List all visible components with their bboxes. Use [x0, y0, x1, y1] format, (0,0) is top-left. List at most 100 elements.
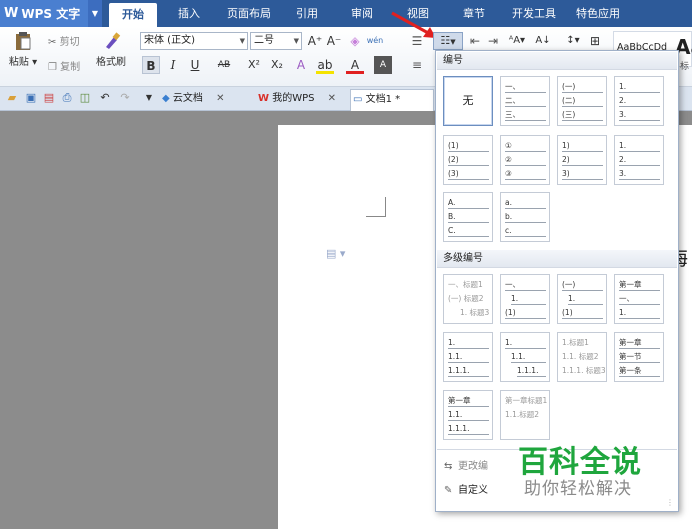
list-item: 三、 — [505, 110, 546, 121]
bold-button[interactable]: B — [142, 56, 160, 74]
line-spacing-icon[interactable]: ↕▾ — [560, 32, 586, 50]
font-name-select[interactable]: 宋体 (正文) ▼ — [140, 32, 248, 50]
resize-grip-icon[interactable]: ⋮ — [666, 498, 674, 507]
doc-tab-document1[interactable]: ▭ 文档1 * — [350, 89, 434, 111]
list-item: 1. — [448, 338, 489, 349]
tab-chapter[interactable]: 章节 — [454, 0, 494, 27]
underline-button[interactable]: U — [186, 56, 204, 74]
numbering-option-arabic-bracket[interactable]: 1) 2) 3) — [557, 135, 607, 185]
align-left-icon[interactable]: ≡ — [408, 56, 426, 74]
tab-insert[interactable]: 插入 — [169, 0, 209, 27]
font-color-icon[interactable]: A — [346, 56, 364, 74]
numbering-button[interactable]: ☷▼ — [433, 32, 463, 50]
numbering-option-arabic-dot[interactable]: 1. 2. 3. — [614, 135, 664, 185]
format-painter-button[interactable]: 格式刷 — [92, 31, 130, 68]
highlight-icon[interactable]: ab — [316, 56, 334, 74]
font-grow-button[interactable]: A⁺ — [306, 32, 324, 50]
none-label: 无 — [462, 94, 474, 107]
tab-review[interactable]: 审阅 — [342, 0, 382, 27]
tab-features[interactable]: 特色应用 — [570, 0, 626, 27]
superscript-button[interactable]: X² — [243, 56, 265, 74]
sort-icon[interactable]: A↓ — [534, 32, 552, 50]
tab-developer[interactable]: 开发工具 — [508, 0, 560, 27]
change-numbering-item[interactable]: ⇆ 更改编 — [444, 457, 488, 472]
tab-home[interactable]: 开始 — [109, 3, 157, 27]
multilevel-option-1[interactable]: 一、标题1 (一) 标题2 1. 标题3 — [443, 274, 493, 324]
numbering-option-chinese[interactable]: 一、 二、 三、 — [500, 76, 550, 126]
numbering-option-arabic-paren[interactable]: (1) (2) (3) — [443, 135, 493, 185]
close-icon[interactable]: ✕ — [328, 93, 336, 104]
print-icon[interactable]: ⎙ — [60, 91, 74, 105]
chevron-down-icon: ▼ — [293, 37, 299, 45]
multilevel-option-8[interactable]: 第一章 第一节 第一条 — [614, 332, 664, 382]
numbering-option-arabic[interactable]: 1. 2. 3. — [614, 76, 664, 126]
customize-chevron-icon[interactable]: ▼ — [142, 91, 156, 105]
multilevel-option-5[interactable]: 1. 1.1. 1.1.1. — [443, 332, 493, 382]
paste-options-icon[interactable]: ▤ ▾ — [326, 247, 345, 260]
list-item: 1) — [562, 141, 603, 152]
wps-logo-icon: W — [258, 93, 270, 104]
font-shrink-button[interactable]: A⁻ — [325, 32, 343, 50]
phonetic-button[interactable]: wén — [366, 32, 384, 50]
custom-numbering-item[interactable]: ✎ 自定义 — [444, 481, 488, 496]
numbered-list-icon: ☷ — [440, 34, 451, 47]
cut-button[interactable]: ✂ 剪切 — [48, 33, 80, 48]
multilevel-option-4[interactable]: 第一章 一、 1. — [614, 274, 664, 324]
numbering-option-none[interactable]: 无 — [443, 76, 493, 126]
list-item: 1.1.1. — [448, 424, 489, 435]
decrease-indent-icon[interactable]: ⇤ — [466, 32, 484, 50]
multilevel-option-7[interactable]: 1.标题1 1.1. 标题2 1.1.1. 标题3 — [557, 332, 607, 382]
change-numbering-icon: ⇆ — [444, 461, 453, 472]
undo-icon[interactable]: ↶ — [98, 91, 112, 105]
list-item: 2. — [619, 96, 660, 107]
subscript-button[interactable]: X₂ — [266, 56, 288, 74]
clear-format-icon[interactable]: ◈ — [346, 32, 364, 50]
copy-button[interactable]: ❐ 复制 — [48, 58, 80, 73]
numbering-option-lower-alpha[interactable]: a. b. c. — [500, 192, 550, 242]
multilevel-option-6[interactable]: 1. 1.1. 1.1.1. — [500, 332, 550, 382]
multilevel-option-10[interactable]: 第一章标题1 1.1.标题2 — [500, 390, 550, 440]
scissors-icon: ✂ — [48, 37, 57, 48]
chevron-down-icon: ▼ — [450, 38, 456, 46]
save-icon[interactable]: ▣ — [24, 91, 38, 105]
multilevel-option-3[interactable]: (一) 1. (1) — [557, 274, 607, 324]
numbering-option-chinese-paren[interactable]: (一) (二) (三) — [557, 76, 607, 126]
multilevel-option-9[interactable]: 第一章 1.1. 1.1.1. — [443, 390, 493, 440]
font-size-select[interactable]: 二号 ▼ — [250, 32, 302, 50]
chevron-down-icon[interactable]: ▼ — [88, 0, 102, 27]
list-item: c. — [505, 226, 546, 237]
italic-button[interactable]: I — [164, 56, 182, 74]
print-preview-icon[interactable]: ◫ — [78, 91, 92, 105]
numbering-option-circled[interactable]: ① ② ③ — [500, 135, 550, 185]
redo-icon[interactable]: ↷ — [118, 91, 132, 105]
section-header-numbering: 编号 — [437, 52, 677, 70]
menu-bar: W WPS 文字 ▼ 开始 插入 页面布局 引用 审阅 视图 章节 开发工具 特… — [0, 0, 692, 27]
text-case-icon[interactable]: ᴬA▾ — [504, 32, 530, 50]
app-menu-button[interactable]: W WPS 文字 ▼ — [0, 0, 102, 27]
list-item: 第一章标题1 — [505, 396, 548, 405]
doc-tab-cloud[interactable]: ◆ 云文档 ✕ — [160, 89, 260, 111]
text-effect-icon[interactable]: A — [292, 56, 310, 74]
doc-tab-mywps[interactable]: W 我的WPS ✕ — [256, 89, 348, 111]
list-item: 1.1.1. 标题3 — [562, 366, 606, 375]
tab-references[interactable]: 引用 — [287, 0, 327, 27]
strikethrough-button[interactable]: AB — [212, 56, 236, 74]
multilevel-option-2[interactable]: 一、 1. (1) — [500, 274, 550, 324]
border-icon[interactable]: ⊞ — [586, 32, 604, 50]
list-item: 二、 — [505, 96, 546, 107]
open-folder-icon[interactable]: ▰ — [5, 91, 19, 105]
cloud-docs-icon: ◆ — [162, 93, 170, 104]
export-icon[interactable]: ▤ — [42, 91, 56, 105]
list-item: 一、标题1 — [448, 280, 483, 289]
paste-button[interactable]: 粘贴 ▾ — [6, 31, 40, 68]
numbering-option-upper-alpha[interactable]: A. B. C. — [443, 192, 493, 242]
char-shading-icon[interactable]: A — [374, 56, 392, 74]
pencil-icon: ✎ — [444, 485, 453, 496]
close-icon[interactable]: ✕ — [216, 93, 224, 104]
increase-indent-icon[interactable]: ⇥ — [484, 32, 502, 50]
brush-icon — [106, 32, 121, 49]
chevron-down-icon: ▼ — [239, 37, 245, 45]
list-item: b. — [505, 212, 546, 223]
list-item: 1.标题1 — [562, 338, 589, 347]
tab-page-layout[interactable]: 页面布局 — [220, 0, 278, 27]
